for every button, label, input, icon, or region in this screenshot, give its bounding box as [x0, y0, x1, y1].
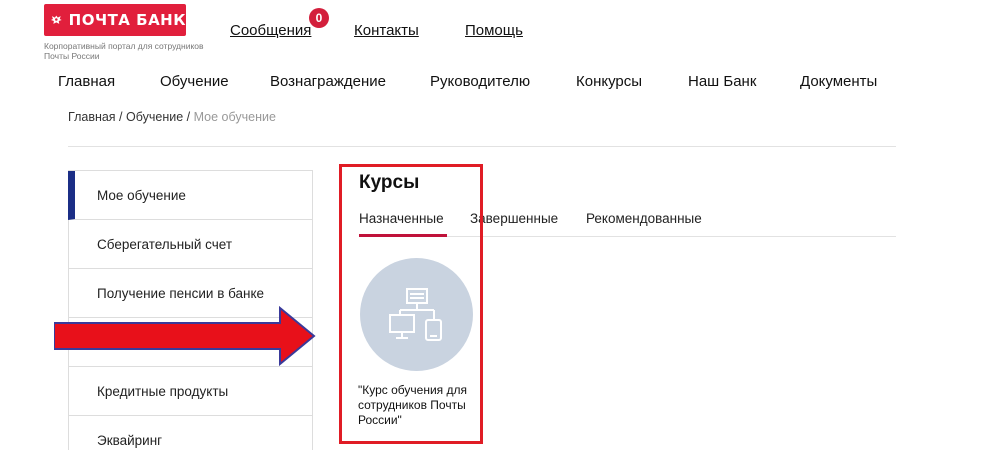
tab-assigned[interactable]: Назначенные: [359, 211, 444, 226]
breadcrumb-learning[interactable]: Обучение: [126, 110, 183, 124]
nav-manager[interactable]: Руководителю: [430, 73, 530, 90]
help-link[interactable]: Помощь: [465, 22, 523, 39]
nav-our-bank[interactable]: Наш Банк: [688, 73, 756, 90]
header-divider: [68, 146, 896, 147]
sidebar-item-savings-account[interactable]: Сберегательный счет: [68, 220, 312, 269]
course-card-image[interactable]: [360, 258, 473, 371]
nav-contests[interactable]: Конкурсы: [576, 73, 642, 90]
nav-rewards[interactable]: Вознаграждение: [270, 73, 386, 90]
breadcrumb-separator: /: [115, 110, 126, 124]
logo[interactable]: ПОЧТА БАНК: [44, 4, 186, 36]
eagle-emblem-icon: [50, 15, 62, 24]
sidebar-item-my-learning[interactable]: Мое обучение: [68, 171, 312, 220]
nav-learning[interactable]: Обучение: [160, 73, 229, 90]
breadcrumb: Главная / Обучение / Мое обучение: [68, 110, 276, 124]
messages-count-badge: 0: [309, 8, 329, 28]
breadcrumb-home[interactable]: Главная: [68, 110, 116, 124]
computer-network-icon: [388, 287, 442, 341]
course-title[interactable]: "Курс обучения для сотрудников Почты Рос…: [358, 383, 473, 428]
nav-documents[interactable]: Документы: [800, 73, 877, 90]
nav-home[interactable]: Главная: [58, 73, 115, 90]
breadcrumb-current: Мое обучение: [193, 110, 276, 124]
active-tab-indicator: [359, 234, 447, 237]
sidebar-item-acquiring[interactable]: Эквайринг: [68, 416, 312, 450]
logo-text: ПОЧТА БАНК: [68, 11, 186, 29]
sidebar-item-credit-products[interactable]: Кредитные продукты: [68, 367, 312, 416]
tab-completed[interactable]: Завершенные: [470, 211, 558, 226]
contacts-link[interactable]: Контакты: [354, 22, 419, 39]
tab-recommended[interactable]: Рекомендованные: [586, 211, 702, 226]
courses-title: Курсы: [359, 172, 420, 193]
portal-subtitle: Корпоративный портал для сотрудников Поч…: [44, 41, 204, 61]
messages-link[interactable]: Сообщения: [230, 22, 311, 39]
red-arrow-annotation: [54, 306, 316, 366]
breadcrumb-separator: /: [183, 110, 194, 124]
